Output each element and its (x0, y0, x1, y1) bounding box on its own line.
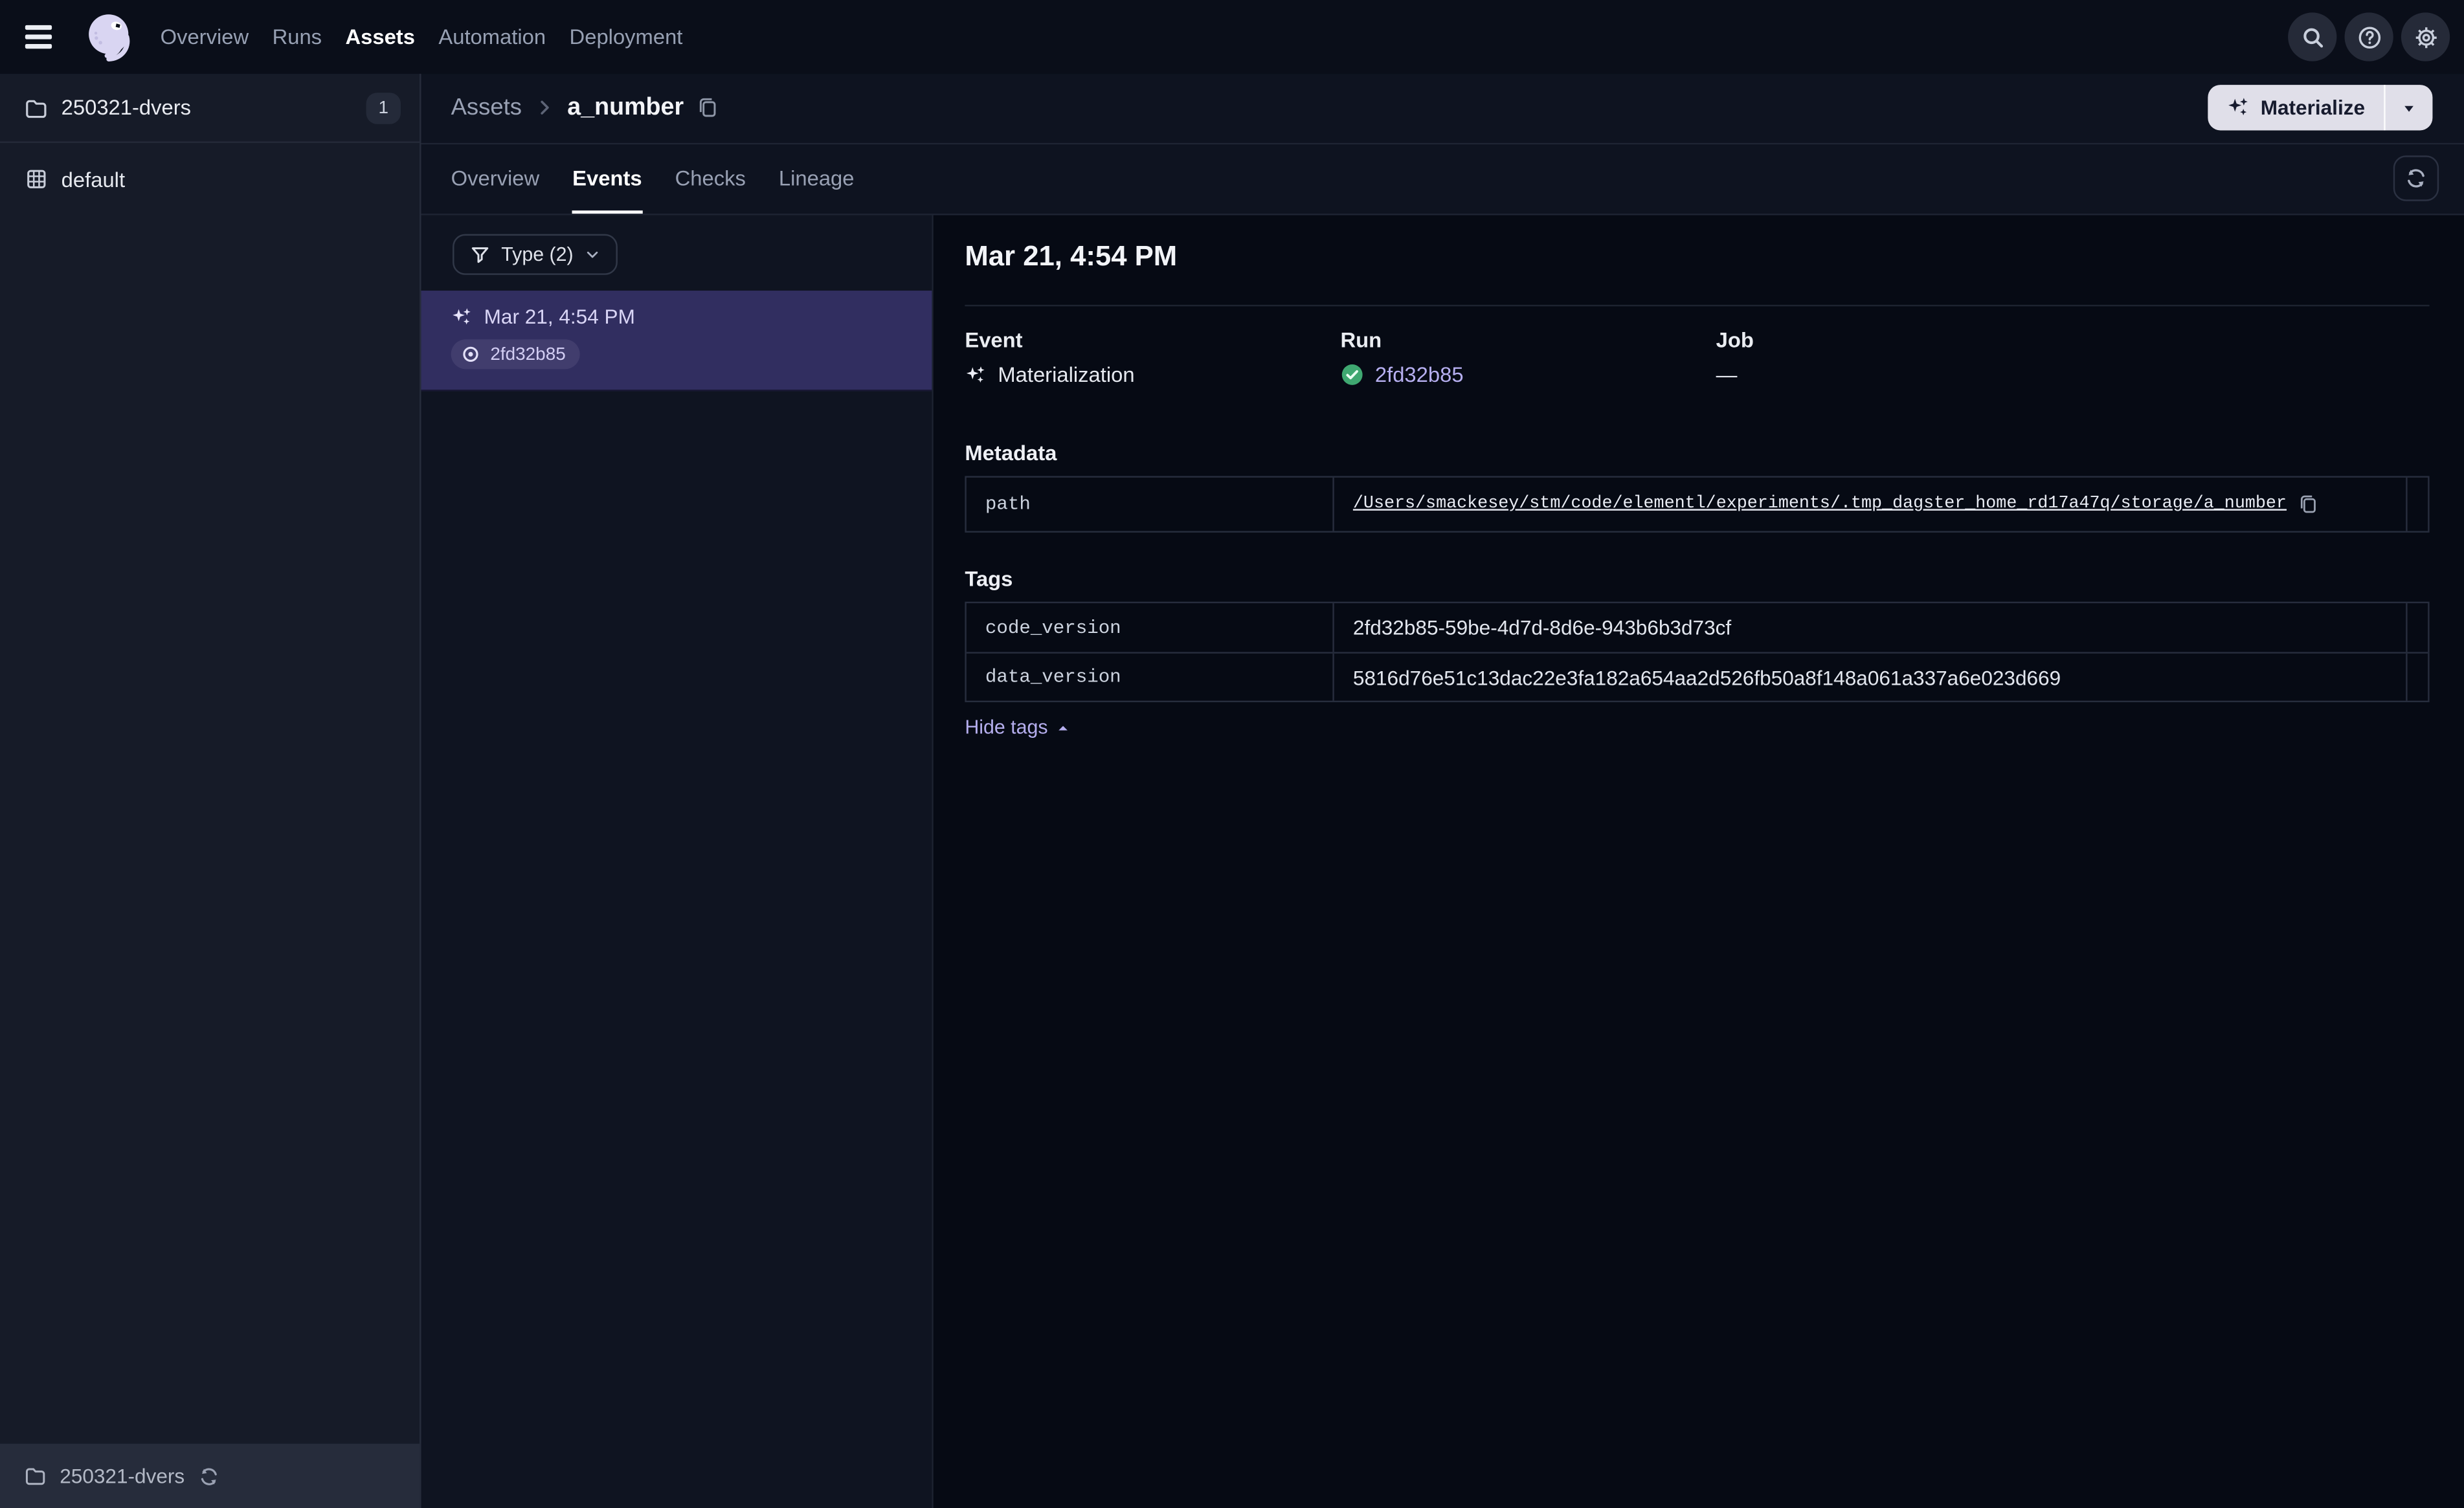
workspace-count-badge: 1 (366, 91, 401, 124)
summary-col-job: Job — (1716, 328, 2430, 386)
tags-heading: Tags (965, 567, 1013, 591)
chevron-right-icon (534, 98, 555, 118)
copy-asset-name-icon[interactable] (697, 96, 720, 120)
job-column-label: Job (1716, 328, 1754, 352)
table-row: path /Users/smackesey/stm/code/elementl/… (967, 477, 2428, 531)
hide-tags-button[interactable]: Hide tags (965, 716, 1070, 738)
tag-value: 5816d76e51c13dac22e3fa182a654aa2d526fb50… (1352, 665, 2061, 689)
filter-funnel-icon (470, 244, 491, 265)
tab-lineage[interactable]: Lineage (779, 144, 855, 214)
page-header: Assets a_number Materialize (421, 74, 2464, 144)
copy-path-icon[interactable] (2298, 493, 2320, 515)
asset-tabs: Overview Events Checks Lineage (451, 144, 855, 214)
sidebar: 250321-dvers 1 default 250321-dvers (0, 74, 421, 1508)
nav-item-automation[interactable]: Automation (438, 25, 546, 49)
nav-item-overview[interactable]: Overview (161, 25, 249, 49)
materialization-sparkle-icon (965, 364, 987, 386)
nav-item-runs[interactable]: Runs (273, 25, 322, 49)
materialize-button[interactable]: Materialize (2207, 85, 2433, 131)
tag-key: data_version (985, 666, 1121, 689)
workspace-label: 250321-dvers (61, 96, 192, 120)
row-end-spacer (2406, 603, 2428, 652)
primary-nav: Overview Runs Assets Automation Deployme… (161, 25, 683, 49)
nav-item-deployment[interactable]: Deployment (570, 25, 683, 49)
tag-value: 2fd32b85-59be-4d7d-8d6e-943b6b3d73cf (1352, 615, 1732, 639)
sidebar-item-workspace[interactable]: 250321-dvers 1 (0, 74, 420, 143)
job-value: — (1716, 362, 1738, 387)
metadata-key: path (985, 493, 1031, 516)
sparkles-icon (2226, 96, 2249, 120)
asset-group-icon (23, 166, 49, 192)
divider (965, 304, 2430, 307)
tags-table: code_version 2fd32b85-59be-4d7d-8d6e-943… (965, 601, 2430, 702)
top-nav: Overview Runs Assets Automation Deployme… (0, 0, 2464, 74)
materialize-caret-icon[interactable] (2386, 85, 2433, 131)
event-column-label: Event (965, 328, 1023, 352)
row-end-spacer (2406, 477, 2428, 531)
event-detail-title: Mar 21, 4:54 PM (965, 240, 1178, 272)
metadata-path-link[interactable]: /Users/smackesey/stm/code/elementl/exper… (1353, 495, 2287, 514)
page-title: a_number (567, 94, 684, 121)
folder-icon (23, 95, 49, 120)
summary-col-run: Run 2fd32b85 (1340, 328, 1716, 386)
metadata-table: path /Users/smackesey/stm/code/elementl/… (965, 476, 2430, 533)
app: Overview Runs Assets Automation Deployme… (0, 0, 2464, 1508)
refresh-icon[interactable] (2393, 155, 2439, 202)
table-row: data_version 5816d76e51c13dac22e3fa182a6… (966, 652, 2428, 701)
materialization-sparkle-icon (451, 305, 473, 327)
nav-actions (2288, 12, 2450, 61)
run-success-icon (1340, 363, 1363, 386)
hide-tags-label: Hide tags (965, 716, 1048, 738)
type-filter-label: Type (2) (501, 243, 574, 266)
dagster-logo-icon[interactable] (80, 8, 139, 66)
metadata-heading: Metadata (965, 441, 1057, 465)
run-id-link[interactable]: 2fd32b85 (1375, 363, 1464, 386)
tag-key: code_version (985, 616, 1121, 639)
footer-workspace-label: 250321-dvers (60, 1464, 185, 1488)
folder-icon (23, 1464, 47, 1487)
tab-overview[interactable]: Overview (451, 144, 540, 214)
main-column: Assets a_number Materialize Overview Eve… (421, 74, 2464, 1508)
summary-col-event: Event Materialization (965, 328, 1340, 386)
breadcrumb-assets-link[interactable]: Assets (451, 94, 522, 121)
event-type-value: Materialization (998, 362, 1135, 387)
event-summary: Event Materialization Run 2fd32b85 Job — (965, 328, 2429, 386)
run-status-icon (460, 344, 481, 365)
tabs-bar: Overview Events Checks Lineage (421, 144, 2464, 216)
sidebar-item-default-group[interactable]: default (0, 151, 420, 207)
event-run-id: 2fd32b85 (490, 344, 566, 364)
event-detail-panel: Mar 21, 4:54 PM Event Materialization Ru… (933, 215, 2464, 1508)
search-icon[interactable] (2288, 12, 2337, 61)
event-list-item-selected[interactable]: Mar 21, 4:54 PM 2fd32b85 (421, 291, 932, 392)
row-end-spacer (2406, 653, 2428, 701)
table-row: code_version 2fd32b85-59be-4d7d-8d6e-943… (967, 603, 2428, 652)
help-icon[interactable] (2344, 12, 2393, 61)
run-column-label: Run (1340, 328, 1382, 352)
event-run-chip[interactable]: 2fd32b85 (451, 339, 580, 370)
chevron-down-icon (585, 247, 600, 262)
events-list-panel: Type (2) Mar 21, 4:54 PM 2fd32b85 (421, 215, 934, 1508)
sidebar-footer-workspace[interactable]: 250321-dvers (0, 1443, 420, 1508)
group-label: default (61, 167, 126, 191)
collapse-caret-icon (1056, 720, 1070, 735)
menu-icon[interactable] (25, 16, 66, 57)
settings-gear-icon[interactable] (2401, 12, 2450, 61)
tab-events[interactable]: Events (572, 144, 642, 214)
sync-icon (197, 1465, 219, 1487)
materialize-label: Materialize (2260, 96, 2366, 120)
type-filter-button[interactable]: Type (2) (453, 234, 618, 275)
tab-checks[interactable]: Checks (675, 144, 746, 214)
nav-item-assets[interactable]: Assets (345, 25, 414, 49)
event-item-time: Mar 21, 4:54 PM (484, 304, 635, 329)
